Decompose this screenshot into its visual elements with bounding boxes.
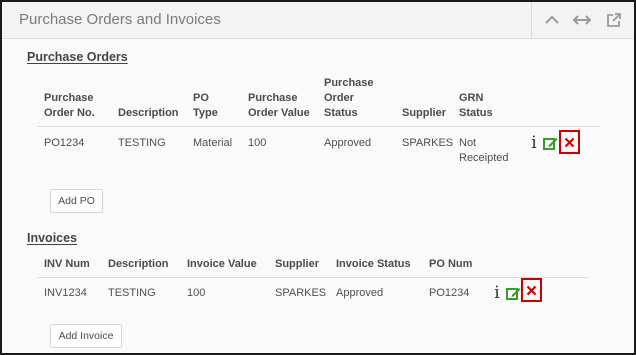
po-no-cell: PO1234 bbox=[44, 137, 85, 149]
grn-status-cell: Not Receipted bbox=[459, 137, 509, 164]
inv-supplier-cell: SPARKES bbox=[275, 287, 327, 299]
po-description-cell: TESTING bbox=[118, 137, 166, 149]
edit-icon[interactable] bbox=[505, 284, 521, 302]
col-header-po-status: Purchase Order Status bbox=[324, 77, 374, 119]
col-header-supplier: Supplier bbox=[402, 107, 447, 119]
po-value-cell: 100 bbox=[248, 137, 267, 149]
header-tools bbox=[531, 2, 634, 39]
expand-horizontal-icon[interactable] bbox=[572, 10, 592, 30]
edit-icon[interactable] bbox=[542, 134, 558, 152]
inv-description-cell: TESTING bbox=[108, 287, 156, 299]
col-header-inv-description: Description bbox=[108, 258, 169, 270]
invoice-value-cell: 100 bbox=[187, 287, 206, 299]
info-glyph: i bbox=[494, 282, 500, 303]
delete-icon bbox=[526, 285, 537, 295]
purchase-orders-title: Purchase Orders bbox=[27, 50, 128, 64]
inv-num-cell: INV1234 bbox=[44, 287, 87, 299]
col-header-po-no: Purchase Order No. bbox=[44, 92, 95, 119]
invoices-title: Invoices bbox=[27, 231, 78, 245]
col-header-invoice-value: Invoice Value bbox=[187, 258, 257, 270]
po-supplier-cell: SPARKES bbox=[402, 137, 454, 149]
add-po-button[interactable]: Add PO bbox=[50, 189, 103, 213]
purchase-orders-invoices-panel: Purchase Orders and Invoices Purchase Or… bbox=[0, 0, 636, 355]
delete-icon bbox=[564, 137, 575, 147]
delete-button[interactable] bbox=[559, 130, 580, 154]
inv-po-num-cell: PO1234 bbox=[429, 287, 470, 299]
col-header-po-type: PO Type bbox=[193, 92, 218, 119]
delete-button[interactable] bbox=[521, 278, 542, 302]
collapse-icon[interactable] bbox=[542, 10, 562, 30]
external-link-icon[interactable] bbox=[604, 10, 624, 30]
panel-header: Purchase Orders and Invoices bbox=[2, 2, 634, 39]
info-icon[interactable]: i bbox=[491, 283, 503, 303]
add-invoice-button[interactable]: Add Invoice bbox=[50, 324, 122, 348]
po-status-cell: Approved bbox=[324, 137, 372, 149]
col-header-invoice-status: Invoice Status bbox=[336, 258, 411, 270]
po-type-cell: Material bbox=[193, 137, 233, 149]
col-header-po-value: Purchase Order Value bbox=[248, 92, 310, 119]
col-header-po-num: PO Num bbox=[429, 258, 473, 270]
po-header-divider bbox=[37, 126, 600, 127]
panel-title: Purchase Orders and Invoices bbox=[19, 11, 221, 28]
col-header-inv-num: INV Num bbox=[44, 258, 90, 270]
info-icon[interactable]: i bbox=[528, 133, 540, 153]
invoice-header-divider bbox=[37, 277, 588, 278]
invoice-status-cell: Approved bbox=[336, 287, 384, 299]
col-header-description: Description bbox=[118, 107, 179, 119]
col-header-grn-status: GRN Status bbox=[459, 92, 493, 119]
info-glyph: i bbox=[531, 132, 537, 153]
col-header-inv-supplier: Supplier bbox=[275, 258, 320, 270]
